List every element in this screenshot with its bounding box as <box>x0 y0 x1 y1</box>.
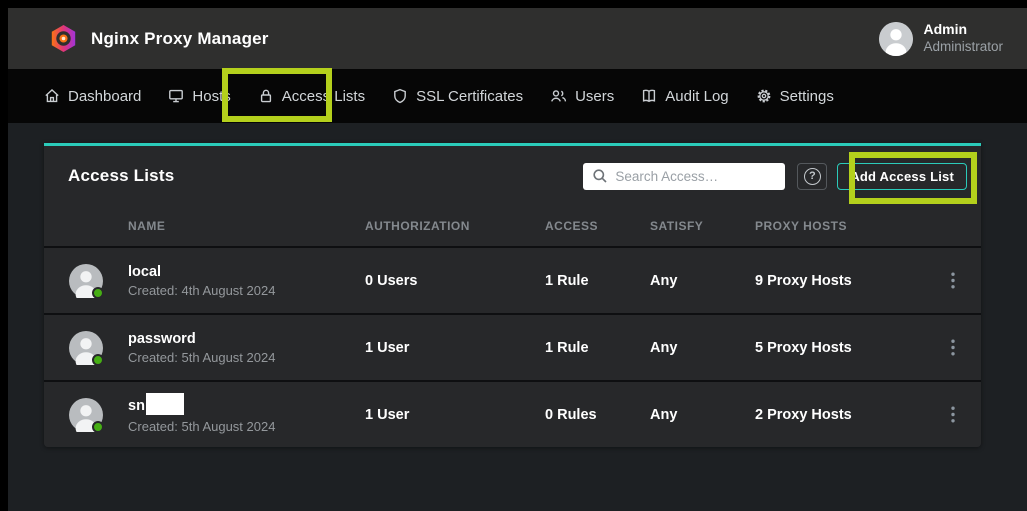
user-avatar <box>879 22 913 56</box>
access-list-created: Created: 5th August 2024 <box>128 419 365 434</box>
nav-item-audit-log[interactable]: Audit Log <box>641 88 728 105</box>
lock-icon <box>258 88 274 104</box>
cell-proxy-hosts: 2 Proxy Hosts <box>755 407 935 423</box>
cell-proxy-hosts: 5 Proxy Hosts <box>755 340 935 356</box>
book-icon <box>641 88 657 104</box>
column-header-satisfy: SATISFY <box>650 219 755 233</box>
nav-item-hosts[interactable]: Hosts <box>168 88 230 105</box>
search-input[interactable] <box>583 163 785 190</box>
access-lists-panel: Access Lists ? Add Access List NAME AUTH… <box>44 143 981 447</box>
status-dot <box>92 287 104 299</box>
cell-satisfy: Any <box>650 273 755 289</box>
status-dot <box>92 421 104 433</box>
cell-proxy-hosts: 9 Proxy Hosts <box>755 273 935 289</box>
nginx-proxy-manager-logo-icon <box>50 24 77 53</box>
user-role: Administrator <box>923 39 1003 56</box>
app-title: Nginx Proxy Manager <box>91 29 269 49</box>
add-access-list-button[interactable]: Add Access List <box>837 163 967 190</box>
user-menu[interactable]: Admin Administrator <box>879 21 1003 55</box>
help-icon: ? <box>804 168 821 185</box>
page-content: Access Lists ? Add Access List NAME AUTH… <box>8 143 1027 511</box>
table-row[interactable]: password Created: 5th August 2024 1 User… <box>44 313 981 380</box>
access-list-name[interactable]: local <box>128 263 365 282</box>
panel-toolbar: Access Lists ? Add Access List <box>44 146 981 206</box>
cell-access: 1 Rule <box>545 273 650 289</box>
column-header-authorization: AUTHORIZATION <box>365 219 545 233</box>
table-row[interactable]: local Created: 4th August 2024 0 Users 1… <box>44 246 981 313</box>
nav-item-dashboard[interactable]: Dashboard <box>44 88 141 105</box>
column-header-proxy-hosts: PROXY HOSTS <box>755 219 935 233</box>
users-icon <box>550 88 567 104</box>
row-actions-menu-button[interactable] <box>935 272 981 289</box>
main-navigation: Dashboard Hosts Access Lists SSL Certifi… <box>8 69 1027 123</box>
status-dot <box>92 354 104 366</box>
kebab-menu-icon <box>951 272 955 289</box>
kebab-menu-icon <box>951 406 955 423</box>
nav-item-users[interactable]: Users <box>550 88 614 105</box>
access-list-name[interactable]: sn <box>128 395 365 417</box>
cell-satisfy: Any <box>650 407 755 423</box>
access-list-name[interactable]: password <box>128 330 365 349</box>
user-name: Admin <box>923 21 1003 39</box>
cell-access: 1 Rule <box>545 340 650 356</box>
nav-item-access-lists[interactable]: Access Lists <box>258 88 365 105</box>
panel-title: Access Lists <box>68 166 174 186</box>
cell-authorization: 1 User <box>365 340 545 356</box>
table-row[interactable]: sn Created: 5th August 2024 1 User 0 Rul… <box>44 380 981 447</box>
search-icon <box>592 168 608 184</box>
monitor-icon <box>168 88 184 104</box>
row-actions-menu-button[interactable] <box>935 339 981 356</box>
kebab-menu-icon <box>951 339 955 356</box>
cell-satisfy: Any <box>650 340 755 356</box>
nav-item-ssl-certificates[interactable]: SSL Certificates <box>392 88 523 105</box>
gear-icon <box>756 88 772 104</box>
table-header-row: NAME AUTHORIZATION ACCESS SATISFY PROXY … <box>44 206 981 246</box>
top-header-bar: Nginx Proxy Manager Admin Administrator <box>8 8 1027 69</box>
search-box <box>583 163 785 190</box>
cell-access: 0 Rules <box>545 407 650 423</box>
access-list-created: Created: 5th August 2024 <box>128 350 365 365</box>
column-header-access: ACCESS <box>545 219 650 233</box>
nav-item-settings[interactable]: Settings <box>756 88 834 105</box>
cell-authorization: 0 Users <box>365 273 545 289</box>
home-icon <box>44 88 60 104</box>
shield-icon <box>392 88 408 104</box>
app-window: Nginx Proxy Manager Admin Administrator … <box>8 8 1027 491</box>
cell-authorization: 1 User <box>365 407 545 423</box>
help-button[interactable]: ? <box>797 163 827 190</box>
row-actions-menu-button[interactable] <box>935 406 981 423</box>
redaction-box <box>146 393 184 415</box>
access-list-created: Created: 4th August 2024 <box>128 283 365 298</box>
column-header-name: NAME <box>128 219 365 233</box>
